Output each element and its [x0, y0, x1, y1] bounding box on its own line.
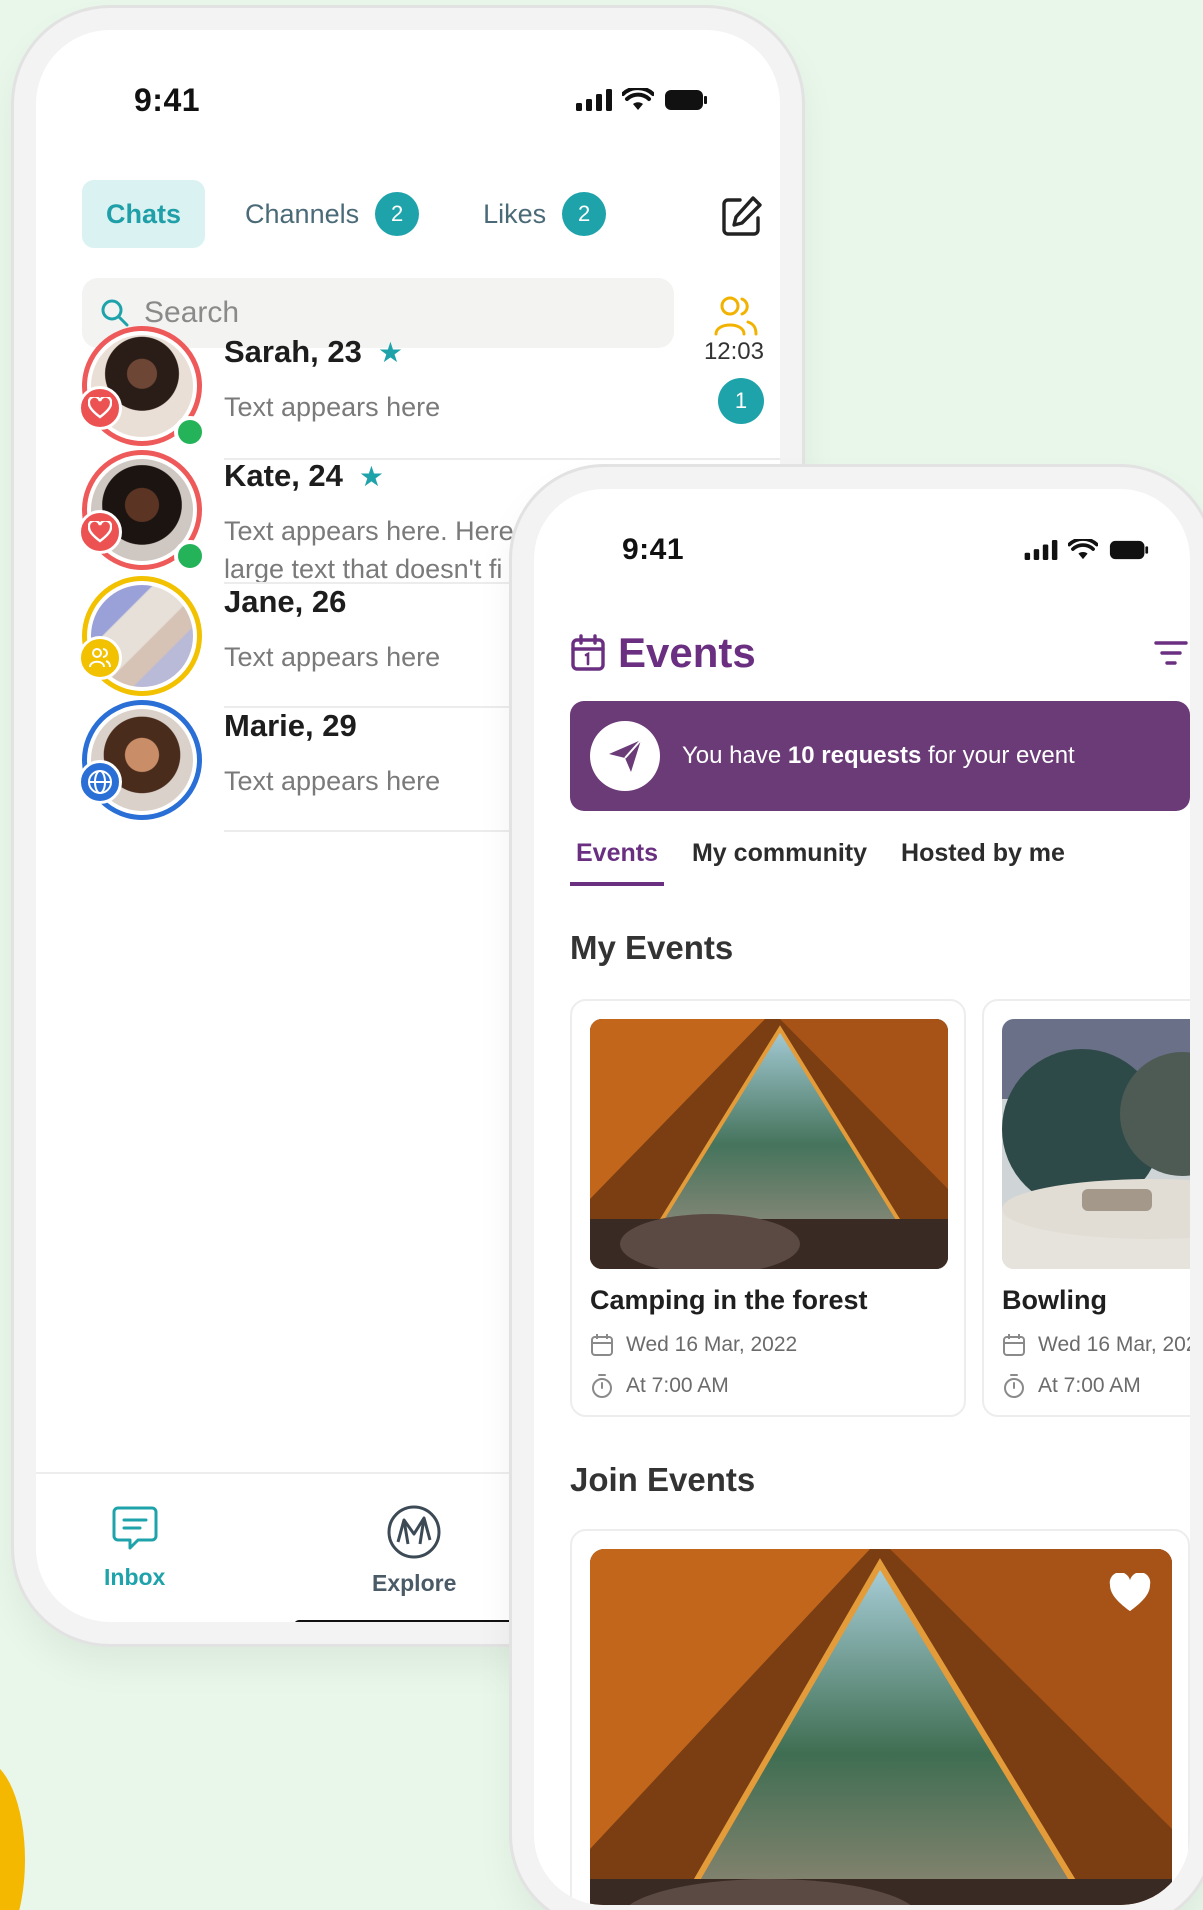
- tab-channels-label: Channels: [245, 198, 360, 229]
- chat-bubble-icon: [112, 1506, 158, 1550]
- star-icon: ★: [358, 460, 385, 492]
- tab-chats-label: Chats: [106, 198, 182, 229]
- tab-my-community[interactable]: My community: [686, 839, 873, 882]
- battery-icon: [665, 90, 707, 110]
- banner-prefix: You have: [682, 742, 788, 769]
- event-time: At 7:00 AM: [1002, 1373, 1141, 1399]
- status-bar: 9:41: [36, 30, 780, 140]
- section-title-my-events: My Events: [570, 929, 734, 966]
- tab-likes[interactable]: Likes 2: [459, 180, 630, 248]
- section-title-join-events: Join Events: [570, 1461, 756, 1498]
- heart-icon: [88, 521, 112, 543]
- battery-icon: [1109, 540, 1149, 560]
- tab-chats[interactable]: Chats: [82, 180, 206, 248]
- status-icons: [1024, 539, 1150, 561]
- event-time-text: At 7:00 AM: [626, 1374, 729, 1397]
- stopwatch-icon: [592, 1374, 612, 1398]
- globe-icon: [88, 770, 112, 794]
- status-time: 9:41: [134, 82, 201, 118]
- page-title: Events: [570, 629, 756, 677]
- event-name: Bowling: [1002, 1285, 1107, 1315]
- chat-name-row: Kate, 24 ★: [224, 458, 384, 494]
- tent-forest-image: [590, 1019, 948, 1269]
- tab-events[interactable]: Events: [570, 839, 664, 886]
- wifi-icon: [622, 88, 654, 110]
- chat-name: Marie, 29: [224, 708, 357, 743]
- likes-count-badge: 2: [562, 192, 607, 236]
- nav-inbox[interactable]: Inbox: [104, 1504, 165, 1591]
- heart-icon: [88, 397, 112, 419]
- events-phone: 9:41 Events You have 10 requests for you…: [512, 467, 1203, 1910]
- group-icon: [89, 648, 111, 668]
- event-image: [1002, 1019, 1190, 1269]
- channels-count-badge: 2: [375, 192, 420, 236]
- heart-badge: [78, 386, 122, 430]
- chat-name-row: Jane, 26: [224, 584, 346, 620]
- signal-icon: [576, 89, 612, 111]
- event-image: [590, 1019, 948, 1269]
- compose-icon[interactable]: [720, 194, 764, 238]
- tab-likes-label: Likes: [483, 198, 547, 229]
- event-image: [590, 1549, 1172, 1905]
- chat-name-row: Marie, 29: [224, 708, 357, 744]
- tab-hosted-by-me[interactable]: Hosted by me: [895, 839, 1071, 882]
- banner-icon-circle: [590, 721, 660, 791]
- signal-icon: [1024, 540, 1058, 560]
- chat-name: Sarah, 23: [224, 334, 362, 369]
- page-title-text: Events: [618, 629, 756, 676]
- nav-label: Inbox: [104, 1564, 166, 1590]
- unread-count-badge: 1: [718, 378, 764, 424]
- status-icons: [576, 88, 708, 112]
- decorative-blob: [0, 1760, 25, 1910]
- chat-name: Jane, 26: [224, 584, 347, 619]
- event-time: At 7:00 AM: [590, 1373, 729, 1399]
- filter-icon[interactable]: [1154, 639, 1188, 667]
- online-indicator: [174, 416, 206, 448]
- nav-label: Explore: [372, 1570, 457, 1596]
- star-icon: ★: [377, 336, 403, 368]
- tab-channels[interactable]: Channels 2: [221, 180, 443, 248]
- event-date-text: Wed 16 Mar, 2022: [1038, 1333, 1203, 1356]
- search-icon: [101, 299, 129, 327]
- banner-text: You have 10 requests for your event: [682, 742, 1075, 770]
- nav-explore[interactable]: Explore: [372, 1504, 456, 1597]
- status-bar: 9:41: [534, 489, 1190, 599]
- globe-badge: [78, 760, 122, 804]
- banner-suffix: for your event: [921, 742, 1075, 769]
- calendar-icon: [571, 634, 605, 671]
- heart-badge: [78, 510, 122, 554]
- event-date-text: Wed 16 Mar, 2022: [626, 1333, 798, 1356]
- requests-banner[interactable]: You have 10 requests for your event: [570, 701, 1190, 811]
- chat-time: 12:03: [703, 338, 764, 365]
- join-event-card[interactable]: [570, 1529, 1190, 1905]
- group-badge: [78, 636, 122, 680]
- online-indicator: [174, 540, 206, 572]
- event-date: Wed 16 Mar, 2022: [590, 1333, 797, 1357]
- events-tabs: Events My community Hosted by me: [570, 839, 1093, 886]
- search-input[interactable]: [144, 296, 624, 330]
- event-time-text: At 7:00 AM: [1038, 1374, 1141, 1397]
- status-time: 9:41: [622, 533, 685, 566]
- event-card-camping[interactable]: Camping in the forest Wed 16 Mar, 2022 A…: [570, 999, 966, 1417]
- paper-plane-icon: [609, 739, 642, 772]
- inbox-tabs: Chats Channels 2 Likes 2: [82, 180, 646, 248]
- calendar-icon: [1003, 1334, 1025, 1356]
- banner-highlight: 10 requests: [787, 742, 922, 769]
- favorite-heart-icon[interactable]: [1108, 1573, 1152, 1613]
- explore-icon: [387, 1505, 441, 1559]
- tent-forest-image: [590, 1549, 1172, 1905]
- event-card-bowling[interactable]: Bowling Wed 16 Mar, 2022 At 7:00 AM: [982, 999, 1203, 1417]
- chat-preview: Text appears here: [224, 392, 441, 422]
- bowling-balls-image: [1002, 1019, 1190, 1269]
- chat-name: Kate, 24: [224, 458, 343, 493]
- chat-name-row: Sarah, 23 ★: [224, 334, 403, 370]
- wifi-icon: [1068, 539, 1098, 560]
- event-name: Camping in the forest: [590, 1285, 868, 1315]
- event-date: Wed 16 Mar, 2022: [1002, 1333, 1203, 1357]
- stopwatch-icon: [1004, 1374, 1024, 1398]
- calendar-icon: [591, 1334, 613, 1356]
